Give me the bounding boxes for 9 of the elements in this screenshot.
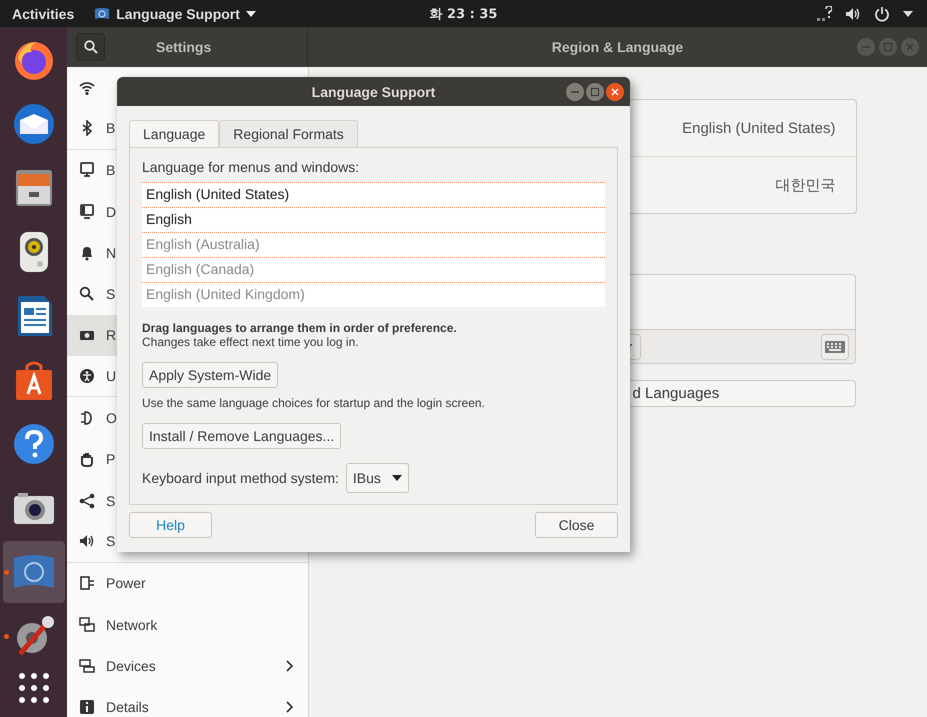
sidebar-title: Settings	[156, 39, 212, 55]
clock: 화 23 : 35	[430, 6, 498, 22]
dialog-title: Language Support	[312, 84, 436, 100]
login-hint: Changes take effect next time you log in.	[142, 335, 360, 349]
apply-hint: Use the same language choices for startup and the login screen.	[142, 396, 485, 410]
window-title: Region & Language	[552, 39, 684, 55]
input-method-label: Keyboard input method system:	[142, 470, 339, 486]
drag-hint: Drag languages to arrange them in order of preference.	[142, 321, 457, 335]
list-label: Language for menus and windows:	[142, 159, 360, 175]
